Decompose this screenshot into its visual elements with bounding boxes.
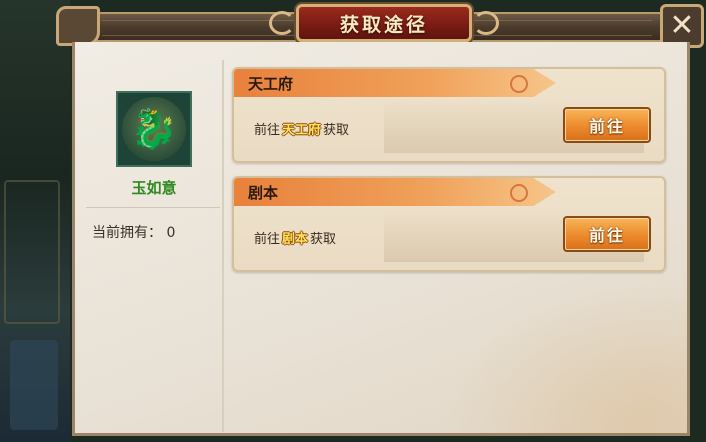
desc-suffix: 获取 <box>310 232 337 247</box>
source-card-tiangongfu: 天工府 前往 天工府 获取 前往 <box>232 67 666 163</box>
frame-corner-ornament <box>56 6 100 46</box>
owned-label: 当前拥有： <box>92 225 162 241</box>
source-title: 天工府 <box>248 75 294 93</box>
source-description: 前往 天工府 获取 <box>254 119 349 138</box>
background-decoration <box>4 180 60 324</box>
cloud-ornament-icon <box>510 75 528 93</box>
cloud-ornament-icon <box>473 11 499 35</box>
cloud-ornament-icon <box>510 184 528 202</box>
item-icon-frame: 🐉 <box>116 91 192 167</box>
close-icon: ✕ <box>669 8 695 43</box>
goto-button-label: 前往 <box>588 117 625 136</box>
item-name: 玉如意 <box>131 179 177 197</box>
dialog-title-plate: 获取途径 <box>269 4 499 42</box>
jade-dragon-icon: 🐉 <box>130 107 178 151</box>
desc-target: 天工府 <box>282 123 322 138</box>
goto-button[interactable]: 前往 <box>563 216 651 252</box>
dialog-title: 获取途径 <box>339 13 428 36</box>
desc-target: 剧本 <box>282 232 309 247</box>
source-card-juben: 剧本 前往 剧本 获取 前往 <box>232 176 666 272</box>
goto-button[interactable]: 前往 <box>563 107 651 143</box>
cloud-ornament-icon <box>269 11 295 35</box>
card-header <box>234 178 556 206</box>
divider <box>86 207 220 208</box>
item-icon-background: 🐉 <box>122 97 186 161</box>
desc-prefix: 前往 <box>254 232 281 247</box>
owned-count-row: 当前拥有： 0 <box>92 222 175 242</box>
background-scene <box>0 0 70 442</box>
owned-count: 0 <box>166 225 176 241</box>
goto-button-label: 前往 <box>588 226 625 245</box>
source-title: 剧本 <box>248 184 279 202</box>
desc-suffix: 获取 <box>323 123 350 138</box>
source-description: 前往 剧本 获取 <box>254 228 336 247</box>
panel-ink-wash <box>447 283 687 433</box>
desc-prefix: 前往 <box>254 123 281 138</box>
column-separator <box>222 60 224 432</box>
background-decoration <box>10 340 58 430</box>
